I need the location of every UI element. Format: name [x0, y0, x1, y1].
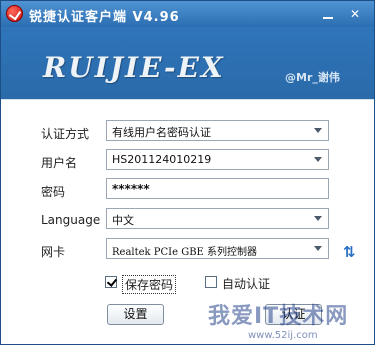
password-input[interactable]: ******: [106, 178, 329, 199]
username-input[interactable]: HS201124010219: [106, 149, 329, 170]
settings-button[interactable]: 设置: [107, 304, 164, 325]
title-bar: 锐捷认证客户端 V4.96 ✕: [1, 1, 374, 27]
author-watermark: @Mr_谢伟: [285, 71, 340, 84]
language-select[interactable]: 中文: [106, 208, 329, 229]
nic-select[interactable]: Realtek PCIe GBE 系列控制器: [106, 238, 329, 259]
dropdown-arrow-icon: [314, 216, 322, 221]
auto-auth-checkbox[interactable]: [205, 276, 217, 288]
password-value: ******: [112, 182, 150, 196]
brand-banner: RUIJIE-EX @Mr_谢伟: [1, 27, 374, 99]
language-label: Language: [41, 213, 101, 227]
site-watermark-url: www.52ij.com: [248, 330, 318, 341]
minimize-icon: [323, 17, 333, 19]
dropdown-arrow-icon: [314, 246, 322, 251]
auto-auth-label: 自动认证: [222, 277, 271, 291]
dropdown-arrow-icon: [314, 157, 322, 162]
password-label: 密码: [41, 185, 66, 199]
app-logo-icon: [6, 5, 23, 22]
language-value: 中文: [112, 214, 134, 227]
form-panel: 认证方式 有线用户名密码认证 用户名 HS201124010219 密码 ***…: [1, 99, 374, 344]
nic-value: Realtek PCIe GBE 系列控制器: [112, 247, 258, 258]
auth-client-window: 锐捷认证客户端 V4.96 ✕ RUIJIE-EX @Mr_谢伟 认证方式 有线…: [0, 0, 375, 345]
close-icon: ✕: [349, 7, 361, 21]
username-label: 用户名: [41, 156, 78, 170]
auth-method-label: 认证方式: [41, 127, 90, 141]
window-title: 锐捷认证客户端 V4.96: [29, 10, 180, 25]
auth-method-value: 有线用户名密码认证: [112, 126, 211, 139]
username-value: HS201124010219: [112, 153, 212, 166]
save-password-checkbox[interactable]: [105, 276, 117, 288]
refresh-icon[interactable]: ⇅: [343, 243, 359, 261]
brand-logo: RUIJIE-EX: [43, 51, 225, 84]
authenticate-button[interactable]: 认证: [265, 304, 322, 325]
auth-method-select[interactable]: 有线用户名密码认证: [106, 120, 329, 141]
close-button[interactable]: ✕: [348, 7, 362, 21]
nic-label: 网卡: [41, 245, 66, 259]
auto-auth-option[interactable]: 自动认证: [205, 274, 285, 292]
dropdown-arrow-icon: [314, 128, 322, 133]
save-password-option[interactable]: 保存密码: [105, 274, 185, 294]
minimize-button[interactable]: [321, 7, 335, 21]
save-password-label: 保存密码: [122, 275, 177, 294]
